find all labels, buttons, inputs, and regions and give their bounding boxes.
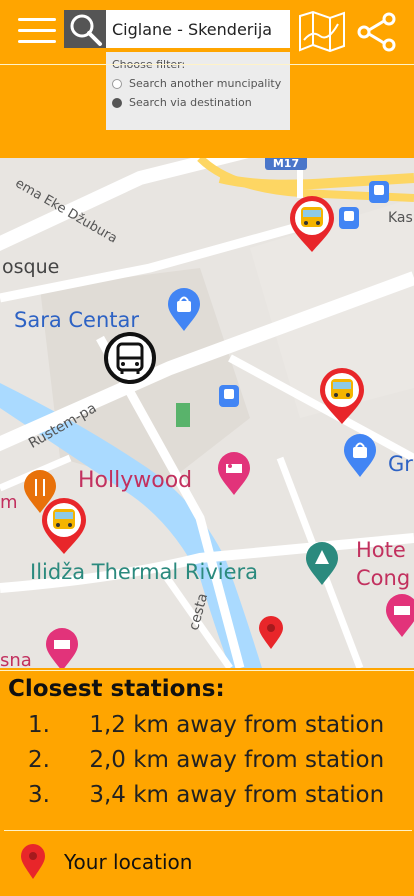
filter-option-label: Search another muncipality bbox=[129, 77, 282, 90]
hamburger-menu-icon[interactable] bbox=[18, 16, 56, 46]
radio-checked[interactable] bbox=[112, 97, 122, 108]
search-bar bbox=[64, 10, 290, 48]
legend-label: Your location bbox=[64, 850, 193, 874]
map-label-cong: Cong bbox=[356, 566, 411, 590]
tram-stop-icon[interactable] bbox=[218, 384, 240, 408]
map-label-sna: sna bbox=[0, 650, 32, 668]
share-icon[interactable] bbox=[356, 12, 398, 52]
closest-stations-title: Closest stations: bbox=[8, 676, 225, 702]
app-header: Choose filter: Search another muncipalit… bbox=[0, 0, 414, 158]
bus-station-pin-icon[interactable] bbox=[288, 196, 336, 254]
station-list-item[interactable]: 3. 3,4 km away from station bbox=[28, 782, 384, 808]
bus-station-pin-icon[interactable] bbox=[40, 498, 88, 556]
shopping-pin-icon[interactable] bbox=[166, 288, 202, 332]
station-distance: 1,2 km away from station bbox=[89, 712, 385, 738]
map-icon[interactable] bbox=[298, 10, 346, 52]
map-label-ilidza: Ilidža Thermal Riviera bbox=[30, 560, 259, 584]
header-divider bbox=[0, 64, 414, 65]
panel-divider-top bbox=[0, 670, 414, 671]
station-number: 3. bbox=[28, 782, 50, 808]
road-shield: M17 bbox=[273, 158, 299, 170]
filter-option-municipality[interactable]: Search another muncipality bbox=[112, 77, 284, 90]
location-pin-icon bbox=[21, 844, 45, 879]
station-number: 2. bbox=[28, 747, 50, 773]
tram-stop-icon[interactable] bbox=[368, 180, 390, 204]
hotel-pin-icon[interactable] bbox=[216, 452, 252, 496]
search-input[interactable] bbox=[106, 10, 290, 48]
map-label-mosque: osque bbox=[2, 256, 60, 278]
tram-stop-icon[interactable] bbox=[338, 206, 360, 230]
park-pin-icon[interactable] bbox=[304, 542, 340, 586]
map-label-hotel: Hote bbox=[356, 538, 406, 562]
map-label-hollywood: Hollywood bbox=[78, 468, 193, 493]
map-view[interactable]: M17 ema Eke Džubura osque Sara Centar Ru… bbox=[0, 158, 414, 668]
station-list-item[interactable]: 2. 2,0 km away from station bbox=[28, 747, 384, 773]
search-button[interactable] bbox=[64, 10, 106, 48]
station-distance: 3,4 km away from station bbox=[89, 782, 385, 808]
user-location-pin-icon[interactable] bbox=[258, 616, 284, 650]
hotel-pin-icon[interactable] bbox=[384, 594, 414, 638]
bus-station-pin-icon[interactable] bbox=[318, 368, 366, 426]
legend-divider bbox=[4, 830, 412, 831]
radio-unchecked[interactable] bbox=[112, 78, 122, 89]
map-label-m: m bbox=[0, 492, 18, 513]
map-label-kas: Kas bbox=[388, 210, 413, 226]
station-distance: 2,0 km away from station bbox=[89, 747, 385, 773]
hotel-pin-icon[interactable] bbox=[44, 628, 80, 668]
search-icon bbox=[70, 14, 102, 46]
map-label-sara-centar: Sara Centar bbox=[14, 308, 140, 332]
shopping-pin-icon[interactable] bbox=[342, 434, 378, 478]
bus-marker-icon[interactable] bbox=[104, 332, 156, 384]
filter-option-destination[interactable]: Search via destination bbox=[112, 96, 284, 109]
map-label-gr: Gr bbox=[388, 452, 413, 476]
station-list-item[interactable]: 1. 1,2 km away from station bbox=[28, 712, 384, 738]
station-number: 1. bbox=[28, 712, 50, 738]
filter-option-label: Search via destination bbox=[129, 96, 252, 109]
